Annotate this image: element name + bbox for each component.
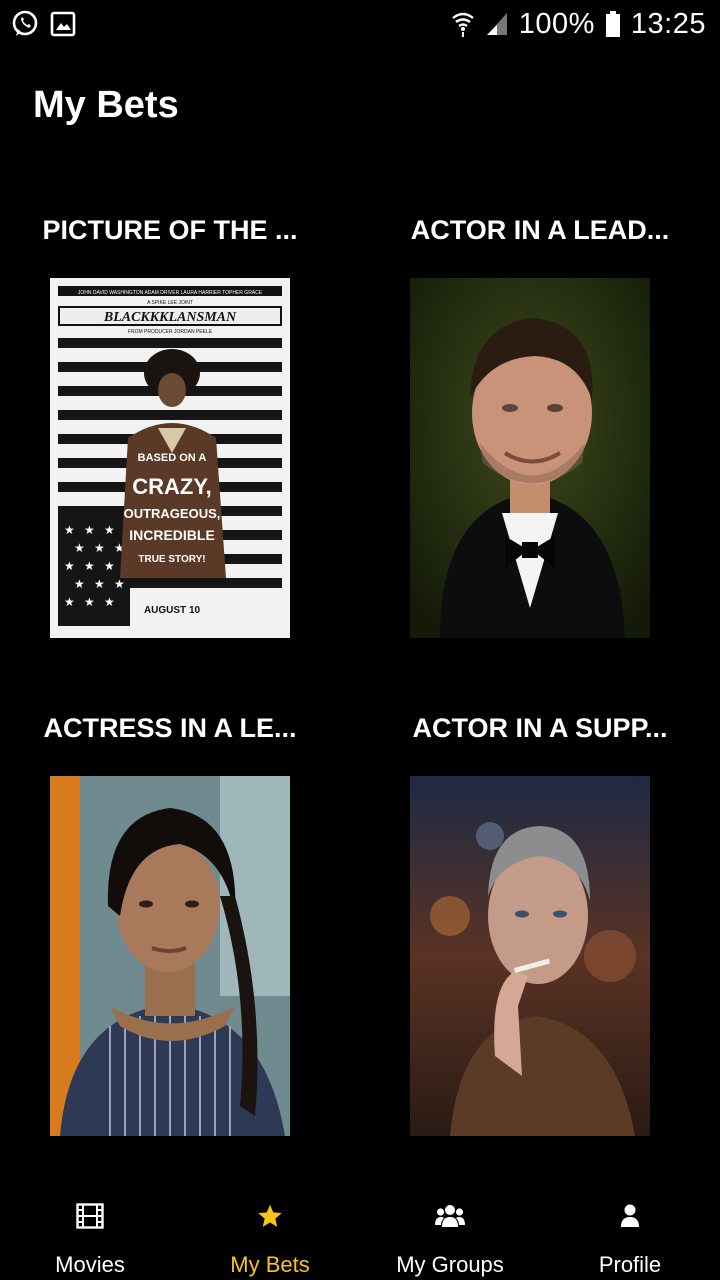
poster-tag-4: INCREDIBLE xyxy=(129,527,215,543)
poster-presenter: A SPIKE LEE JOINT xyxy=(147,300,193,306)
svg-text:★: ★ xyxy=(74,541,85,555)
page-title: My Bets xyxy=(33,84,179,126)
svg-text:★: ★ xyxy=(64,595,75,609)
svg-text:★: ★ xyxy=(84,595,95,609)
poster-tag-3: OUTRAGEOUS, xyxy=(124,506,221,521)
bet-card-lead-actor[interactable]: ACTOR IN A LEAD... xyxy=(390,210,690,250)
blackkklansman-poster[interactable]: JOHN DAVID WASHINGTON ADAM DRIVER LAURA … xyxy=(50,278,290,638)
nav-item-profile[interactable]: Profile xyxy=(540,1182,720,1280)
lead-actress-photo[interactable] xyxy=(50,776,290,1136)
person-icon xyxy=(620,1202,640,1230)
nav-item-my-bets[interactable]: My Bets xyxy=(180,1182,360,1280)
poster-date: AUGUST 10 xyxy=(144,605,201,616)
nav-item-movies[interactable]: Movies xyxy=(0,1182,180,1280)
wifi-icon xyxy=(451,10,475,38)
nav-label-my-bets: My Bets xyxy=(230,1252,310,1277)
poster-tag-2: CRAZY, xyxy=(132,474,211,499)
nav-item-my-groups[interactable]: My Groups xyxy=(360,1182,540,1280)
svg-text:★: ★ xyxy=(84,523,95,537)
poster-title: BLACKKKLANSMAN xyxy=(103,310,237,325)
clock: 13:25 xyxy=(630,7,706,40)
bet-card-picture[interactable]: PICTURE OF THE ... xyxy=(20,210,320,250)
bet-category-label: PICTURE OF THE ... xyxy=(42,215,298,245)
bottom-nav: Movies My Bets My Groups Profile xyxy=(0,1182,720,1280)
svg-text:★: ★ xyxy=(94,541,105,555)
svg-text:★: ★ xyxy=(104,595,115,609)
bet-category-label: ACTOR IN A LEAD... xyxy=(410,215,670,245)
gallery-icon xyxy=(50,11,76,37)
svg-text:★: ★ xyxy=(104,523,115,537)
signal-icon xyxy=(485,11,509,37)
lead-actor-photo[interactable] xyxy=(410,278,650,638)
svg-text:★: ★ xyxy=(64,523,75,537)
nav-label-profile: Profile xyxy=(598,1252,662,1277)
film-icon xyxy=(76,1202,104,1230)
svg-text:★: ★ xyxy=(104,559,115,573)
group-icon xyxy=(435,1202,465,1230)
status-bar-right: 100% 13:25 xyxy=(451,8,706,41)
svg-text:★: ★ xyxy=(74,577,85,591)
status-bar-left xyxy=(10,9,76,39)
svg-text:★: ★ xyxy=(84,559,95,573)
battery-percent: 100% xyxy=(518,7,595,40)
status-bar: 100% 13:25 xyxy=(0,0,720,48)
bet-category-label: ACTRESS IN A LE... xyxy=(43,713,297,743)
poster-tag-1: BASED ON A xyxy=(138,452,207,464)
nav-label-movies: Movies xyxy=(55,1252,125,1277)
supporting-actor-photo[interactable] xyxy=(410,776,650,1136)
star-icon xyxy=(257,1202,283,1230)
poster-tag-5: TRUE STORY! xyxy=(138,554,205,565)
bet-card-supporting-actor[interactable]: ACTOR IN A SUPP... xyxy=(390,708,690,748)
battery-icon xyxy=(605,10,621,38)
svg-text:★: ★ xyxy=(64,559,75,573)
poster-top-credits: JOHN DAVID WASHINGTON ADAM DRIVER LAURA … xyxy=(78,290,263,296)
svg-text:★: ★ xyxy=(114,577,125,591)
whatsapp-icon xyxy=(10,9,40,39)
bet-category-label: ACTOR IN A SUPP... xyxy=(412,713,668,743)
svg-text:★: ★ xyxy=(94,577,105,591)
poster-producer: FROM PRODUCER JORDAN PEELE xyxy=(128,329,213,335)
bet-card-lead-actress[interactable]: ACTRESS IN A LE... xyxy=(20,708,320,748)
nav-label-my-groups: My Groups xyxy=(396,1252,504,1277)
